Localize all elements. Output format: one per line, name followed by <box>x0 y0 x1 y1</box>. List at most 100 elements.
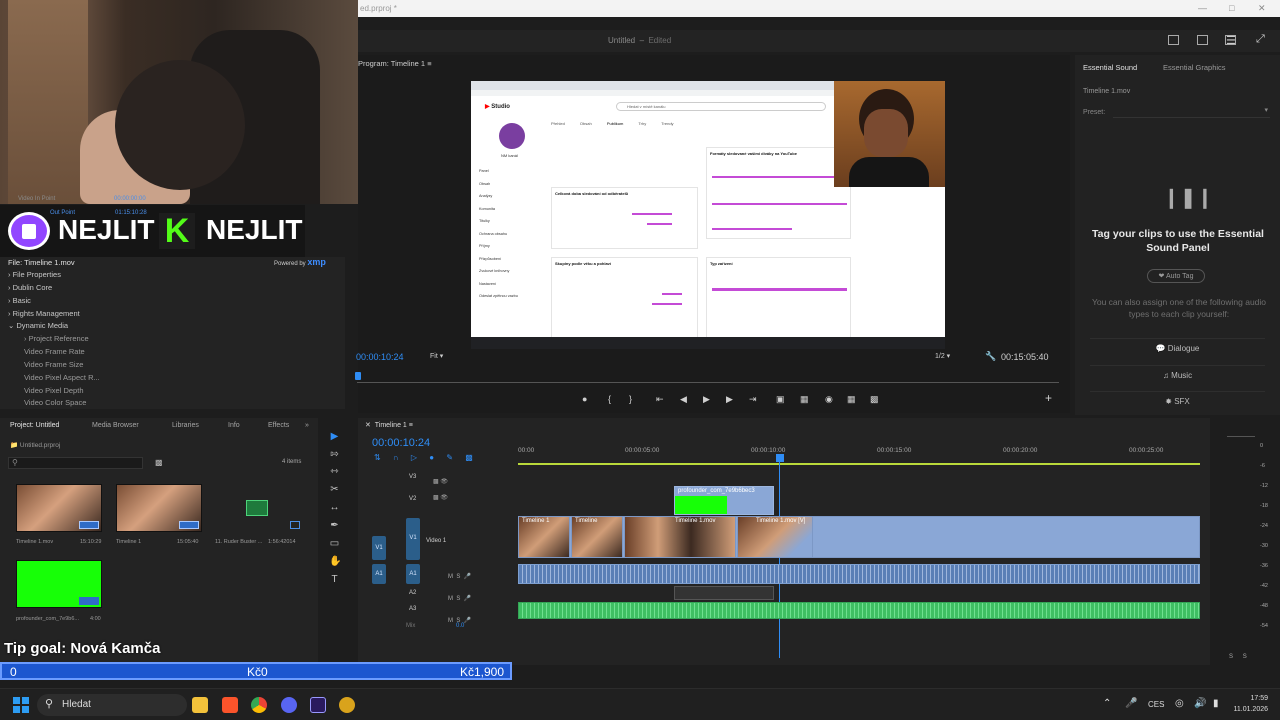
workspace-menu-icon[interactable]: ☰ <box>1226 34 1236 47</box>
tab-project[interactable]: Project: Untitled <box>10 422 59 429</box>
clip-v1-a[interactable]: Timeline 1 <box>518 516 570 558</box>
audio-track-controls[interactable]: M S 🎤 M S 🎤 M S 🎤 <box>448 566 471 632</box>
taskbar-search[interactable]: ⚲ Hledat <box>37 694 187 716</box>
add-marker-icon[interactable]: ● <box>582 394 587 404</box>
audio-waveform-icon[interactable] <box>246 500 268 516</box>
meta-row[interactable]: Video Frame Size <box>24 360 83 369</box>
mark-out-icon[interactable]: } <box>629 394 632 404</box>
settings-wrench-icon[interactable]: 🔧 <box>985 351 996 362</box>
pen-tool-icon[interactable]: ✒ <box>329 521 340 531</box>
track-v3[interactable]: V3 <box>409 474 416 480</box>
comparison-icon[interactable]: ▦ <box>847 394 856 405</box>
type-tool-icon[interactable]: T <box>329 575 340 585</box>
selection-tool-icon[interactable]: ▶ <box>329 432 340 442</box>
meta-row[interactable]: › Dublin Core <box>8 283 52 292</box>
windows-start-icon[interactable] <box>13 697 29 713</box>
program-playhead[interactable] <box>355 372 361 380</box>
go-to-in-icon[interactable]: ⇤ <box>656 394 664 405</box>
step-back-icon[interactable]: ◀ <box>680 394 687 405</box>
meta-row[interactable]: › File Properties <box>8 270 61 279</box>
meta-row[interactable]: Video Color Space <box>24 398 86 407</box>
wifi-icon[interactable]: ◎ <box>1175 698 1184 709</box>
source-a1[interactable]: A1 <box>372 564 386 584</box>
lift-icon[interactable]: ▣ <box>776 394 785 405</box>
meta-row[interactable]: Video Pixel Depth <box>24 386 83 395</box>
timeline-playhead[interactable] <box>779 462 780 658</box>
share-icon[interactable] <box>1197 35 1208 45</box>
tab-effects[interactable]: Effects <box>268 422 289 429</box>
meta-row[interactable]: Video Pixel Aspect R... <box>24 373 100 382</box>
project-search-input[interactable]: ⚲ <box>8 457 143 469</box>
premiere-pro-icon[interactable] <box>310 697 326 713</box>
program-timecode[interactable]: 00:00:10:24 <box>356 352 404 362</box>
track-a1[interactable]: A1 <box>406 564 420 584</box>
battery-icon[interactable]: ▮ <box>1213 698 1219 709</box>
taskbar-clock[interactable]: 17:59 11.01.2026 <box>1233 693 1268 715</box>
chrome-icon[interactable] <box>251 697 267 713</box>
volume-icon[interactable]: 🔊 <box>1194 698 1206 709</box>
tab-libraries[interactable]: Libraries <box>172 422 199 429</box>
new-bin-icon[interactable]: ▩ <box>155 458 163 467</box>
extract-icon[interactable]: ▦ <box>800 394 809 405</box>
timeline-tools[interactable]: ⇅ ∩ ▷ ● ✎ ▩ <box>374 453 473 462</box>
timeline-vertical-scrollbar[interactable] <box>1200 468 1206 658</box>
clip-v1-c[interactable]: Timeline 1.mov <box>624 516 736 558</box>
preset-select[interactable]: ▾ <box>1113 106 1270 118</box>
clip-v1-b[interactable]: Timeline <box>571 516 623 558</box>
discord-icon[interactable] <box>281 697 297 713</box>
resolution-select[interactable]: 1/2 ▾ <box>935 352 950 360</box>
timeline-timecode[interactable]: 00:00:10:24 <box>372 437 430 449</box>
button-editor-icon[interactable]: + <box>1045 391 1052 405</box>
source-v1[interactable]: V1 <box>372 536 386 560</box>
work-area-bar[interactable] <box>518 463 1200 465</box>
expand-icon[interactable]: ⤢ <box>1256 33 1265 46</box>
track-a2[interactable]: A2 <box>409 590 416 596</box>
tray-chevron-icon[interactable]: ⌃ <box>1103 698 1111 709</box>
sfx-button[interactable]: ✸ SFX <box>1090 391 1265 411</box>
minimize-icon[interactable]: — <box>1198 3 1207 13</box>
step-forward-icon[interactable]: ▶ <box>726 394 733 405</box>
meta-row[interactable]: › Project Reference <box>24 334 89 343</box>
track-v2[interactable]: V2 <box>409 496 416 502</box>
project-item-timeline-mov[interactable] <box>16 484 102 532</box>
clip-a1[interactable] <box>518 564 1200 584</box>
quick-export-icon[interactable] <box>1168 35 1179 45</box>
meta-row[interactable]: › Basic <box>8 296 31 305</box>
tab-essential-graphics[interactable]: Essential Graphics <box>1163 63 1226 72</box>
panel-overflow-icon[interactable]: » <box>305 422 309 429</box>
music-button[interactable]: ♫ Music <box>1090 365 1265 385</box>
mark-in-icon[interactable]: { <box>608 394 611 404</box>
slip-tool-icon[interactable]: ↔ <box>329 503 340 513</box>
clip-green-screen[interactable]: profounder_com_7e9b6bec3 <box>674 486 774 515</box>
meta-row[interactable]: Video Frame Rate <box>24 347 85 356</box>
project-item-green[interactable] <box>16 560 102 608</box>
tab-media-browser[interactable]: Media Browser <box>92 422 139 429</box>
meta-row[interactable]: ⌄ Dynamic Media <box>8 321 68 330</box>
clip-a2[interactable] <box>674 586 774 600</box>
maximize-icon[interactable]: □ <box>1229 3 1234 13</box>
timeline-tab[interactable]: ✕ Timeline 1 ≡ <box>365 421 413 429</box>
rectangle-tool-icon[interactable]: ▭ <box>329 539 340 549</box>
microphone-icon[interactable]: 🎤 <box>1125 698 1137 709</box>
timeline-playhead-head[interactable] <box>776 454 784 462</box>
dialogue-button[interactable]: 💬 Dialogue <box>1090 338 1265 358</box>
track-select-icon[interactable]: ⇰ <box>329 450 340 460</box>
file-explorer-icon[interactable] <box>192 697 208 713</box>
clip-a3-music[interactable] <box>518 602 1200 619</box>
meta-row[interactable]: › Rights Management <box>8 309 80 318</box>
meter-solo[interactable]: S S <box>1229 654 1247 660</box>
close-icon[interactable]: ✕ <box>1258 3 1266 14</box>
hand-tool-icon[interactable]: ✋ <box>329 557 341 567</box>
tab-essential-sound[interactable]: Essential Sound <box>1083 63 1137 72</box>
program-scrubber[interactable] <box>357 382 1059 383</box>
play-button-icon[interactable]: ▶ <box>703 394 710 405</box>
ripple-edit-icon[interactable]: ⇿ <box>329 467 340 477</box>
clip-v1-d[interactable]: Timeline 1.mov [V] <box>737 516 813 558</box>
track-a3[interactable]: A3 <box>409 606 416 612</box>
auto-tag-button[interactable]: ❤ Auto Tag <box>1147 269 1205 283</box>
project-item-timeline[interactable] <box>116 484 202 532</box>
zoom-select[interactable]: Fit ▾ <box>430 352 443 360</box>
export-frame-icon[interactable]: ◉ <box>825 394 833 405</box>
go-to-out-icon[interactable]: ⇥ <box>749 394 757 405</box>
language-indicator[interactable]: CES <box>1148 700 1164 709</box>
